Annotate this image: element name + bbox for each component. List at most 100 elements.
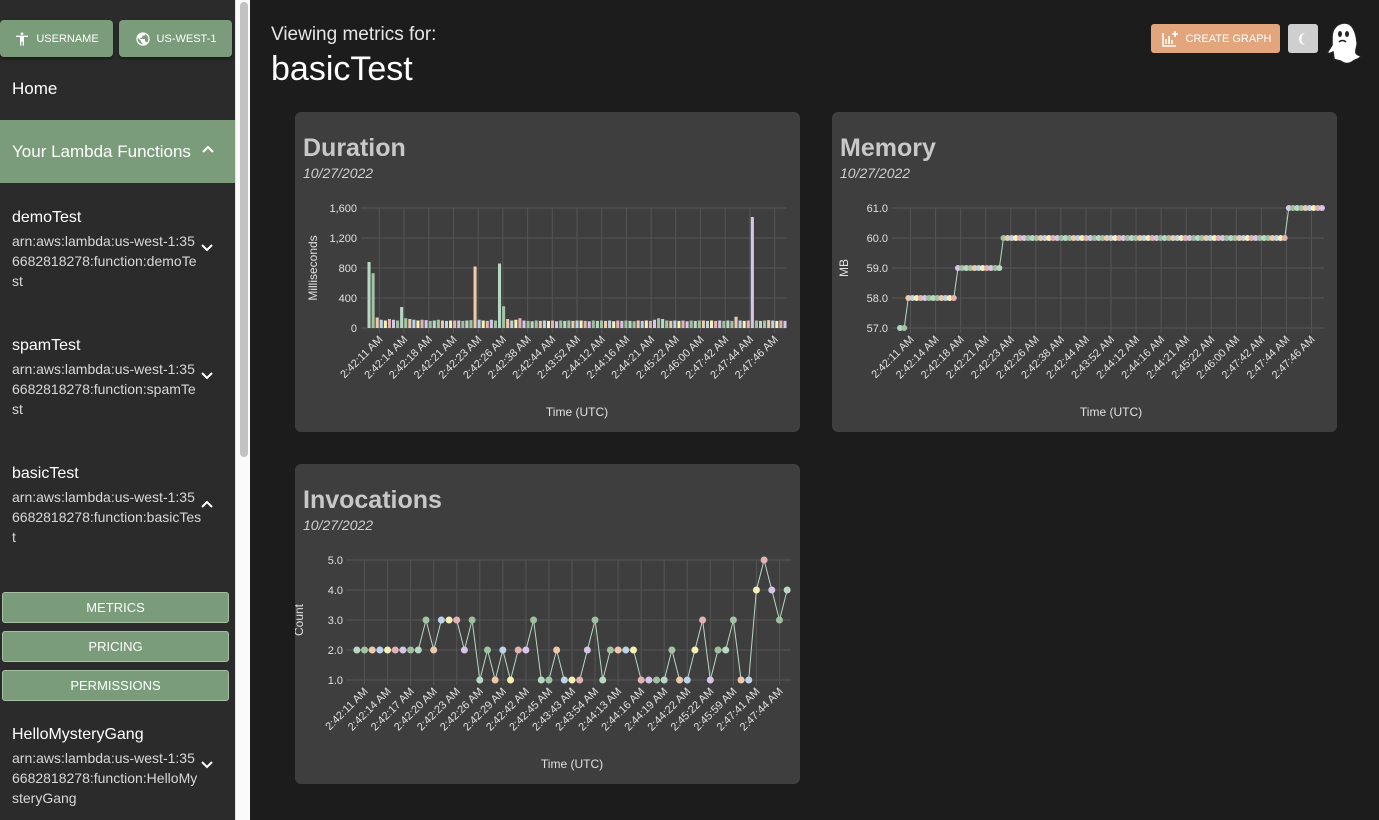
theme-toggle-button[interactable] xyxy=(1288,24,1318,53)
data-point xyxy=(996,265,1003,271)
data-point xyxy=(399,646,407,654)
sidebar-item-home[interactable]: Home xyxy=(12,79,57,99)
scrollbar-thumb[interactable] xyxy=(240,2,248,457)
bar xyxy=(661,319,665,328)
data-point xyxy=(783,586,791,594)
data-point xyxy=(361,646,369,654)
pricing-button[interactable]: PRICING xyxy=(2,631,229,662)
chevron-down-icon[interactable] xyxy=(200,760,214,770)
y-tick-label: 58.0 xyxy=(867,293,888,305)
bar xyxy=(461,320,465,328)
y-tick-label: 4.0 xyxy=(328,585,343,597)
function-item-spamtest[interactable]: spamTest arn:aws:lambda:us-west-1:356682… xyxy=(12,337,202,419)
bar xyxy=(391,319,396,328)
chevron-down-icon[interactable] xyxy=(200,371,214,381)
create-graph-button[interactable]: CREATE GRAPH xyxy=(1151,24,1280,53)
metrics-button[interactable]: METRICS xyxy=(2,592,229,623)
bar xyxy=(632,321,636,328)
bar xyxy=(640,320,644,328)
bar xyxy=(526,320,530,328)
invocations-chart: 1.02.03.04.05.02:42:11 AM2:42:14 AM2:42:… xyxy=(295,555,791,771)
sidebar-top-buttons: USERNAME US-WEST-1 xyxy=(0,20,235,57)
data-point xyxy=(537,676,545,684)
add-chart-icon xyxy=(1161,30,1178,47)
memory-chart: 57.058.059.060.061.02:42:11 AM2:42:14 AM… xyxy=(837,203,1325,419)
chevron-down-icon[interactable] xyxy=(200,243,214,253)
sidebar: USERNAME US-WEST-1 Home Your Lambda Func… xyxy=(0,0,235,820)
data-point xyxy=(453,616,461,624)
bar xyxy=(775,320,779,328)
chevron-up-icon xyxy=(202,145,214,153)
data-point xyxy=(560,676,568,684)
function-arn: arn:aws:lambda:us-west-1:356682818278:fu… xyxy=(12,361,196,417)
bar xyxy=(383,320,387,328)
y-tick-label: 800 xyxy=(339,263,357,275)
data-point xyxy=(553,646,561,654)
bar xyxy=(534,320,538,328)
bar xyxy=(518,318,522,328)
data-point xyxy=(768,586,776,594)
data-point xyxy=(507,676,515,684)
data-point xyxy=(629,646,637,654)
bar xyxy=(485,320,489,328)
bar xyxy=(750,217,754,328)
data-point xyxy=(901,325,908,331)
your-lambda-functions-toggle[interactable]: Your Lambda Functions xyxy=(0,120,235,183)
sidebar-scrollbar[interactable] xyxy=(235,0,250,820)
bar xyxy=(550,320,555,328)
bar xyxy=(705,320,710,328)
data-point xyxy=(1281,235,1288,241)
bar xyxy=(428,320,432,328)
permissions-button[interactable]: PERMISSIONS xyxy=(2,670,229,701)
data-point xyxy=(622,646,630,654)
y-tick-label: 0 xyxy=(351,323,357,335)
bar xyxy=(453,320,457,328)
bar xyxy=(571,320,575,328)
bar xyxy=(469,320,473,328)
bar xyxy=(681,320,685,328)
bar xyxy=(404,318,408,328)
bar xyxy=(604,320,608,328)
bar xyxy=(420,319,424,328)
y-tick-label: 59.0 xyxy=(867,263,888,275)
data-point xyxy=(745,676,753,684)
bar xyxy=(559,320,563,328)
bar xyxy=(677,320,681,328)
function-item-hellomysterygang[interactable]: HelloMysteryGang arn:aws:lambda:us-west-… xyxy=(12,726,202,808)
region-button[interactable]: US-WEST-1 xyxy=(119,20,232,57)
function-item-basictest[interactable]: basicTest arn:aws:lambda:us-west-1:35668… xyxy=(12,465,202,547)
data-point xyxy=(676,676,684,684)
y-axis-label: Milliseconds xyxy=(306,235,320,300)
data-point xyxy=(522,646,530,654)
chevron-up-icon[interactable] xyxy=(200,499,214,509)
y-tick-label: 1,600 xyxy=(329,203,357,215)
data-point xyxy=(468,616,476,624)
y-tick-label: 400 xyxy=(339,293,357,305)
bar xyxy=(665,320,669,328)
data-point xyxy=(445,616,453,624)
bar xyxy=(473,266,477,328)
data-point xyxy=(706,676,714,684)
function-name: demoTest xyxy=(12,209,82,226)
bar xyxy=(506,319,510,328)
bar xyxy=(701,320,705,328)
bar xyxy=(546,320,550,328)
bar xyxy=(567,320,571,328)
data-point xyxy=(699,616,707,624)
memory-chart-card: Memory 10/27/2022 57.0 58.0 59.0 60.0 61.0 2:… xyxy=(832,112,1337,432)
bar xyxy=(710,320,714,328)
bar xyxy=(436,319,440,328)
data-point xyxy=(422,616,430,624)
username-button[interactable]: USERNAME xyxy=(0,20,113,57)
bar xyxy=(599,320,604,328)
data-point xyxy=(514,646,522,654)
bar xyxy=(742,320,746,328)
data-point xyxy=(950,295,957,301)
function-item-demotest[interactable]: demoTest arn:aws:lambda:us-west-1:356682… xyxy=(12,209,202,291)
bar xyxy=(685,321,689,328)
bar xyxy=(497,263,502,328)
moon-icon xyxy=(1299,32,1305,45)
data-point xyxy=(653,676,661,684)
data-point xyxy=(430,646,438,654)
data-point xyxy=(691,646,699,654)
